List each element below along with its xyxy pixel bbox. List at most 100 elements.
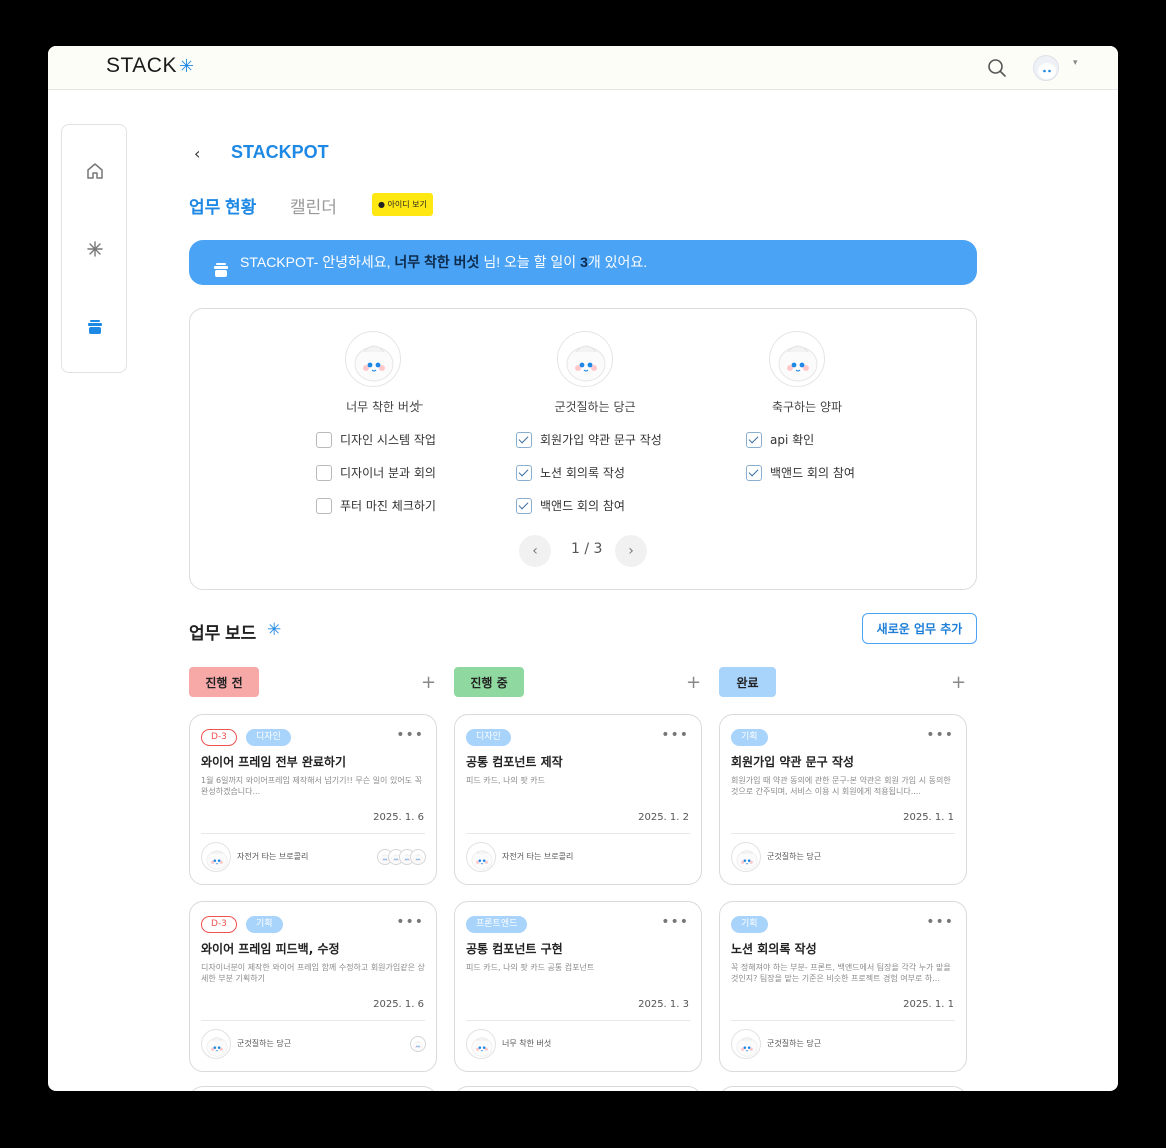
todo-checkbox[interactable] [316, 431, 332, 448]
card-title: 와이어 프레임 전부 완료하기 [201, 755, 347, 769]
member-name: 축구하는 양파 [771, 400, 843, 414]
card-divider [731, 1020, 955, 1021]
todo-checkbox[interactable] [746, 431, 762, 448]
todo-checkbox[interactable] [516, 497, 532, 514]
member-avatar [345, 331, 401, 387]
next-page-button[interactable]: › [615, 535, 647, 567]
logo-text: STACK [106, 54, 177, 77]
todo-item[interactable]: api 확인 [746, 431, 814, 449]
profile-avatar[interactable] [1033, 55, 1059, 81]
profile-dropdown-icon[interactable]: ▾ [1073, 58, 1078, 68]
add-todo-icon[interactable]: + [411, 395, 424, 414]
greeting-count: 3 [580, 254, 588, 270]
greeting-suffix: 개 있어요. [587, 254, 648, 270]
more-icon[interactable]: ••• [396, 727, 424, 743]
card-divider [201, 833, 425, 834]
status-label: 진행 중 [454, 667, 524, 697]
card-divider [201, 1020, 425, 1021]
add-task-button[interactable]: 새로운 업무 추가 [862, 613, 977, 644]
more-icon[interactable]: ••• [661, 727, 689, 743]
back-button[interactable]: ‹ [194, 144, 208, 163]
chat-bubble-icon: ● [378, 200, 385, 209]
assignee-name: 군것질하는 당근 [767, 1039, 822, 1048]
todo-item[interactable]: 푸터 마진 체크하기 [316, 497, 436, 515]
app-window: STACK ✳ ▾ ‹ STACKPOT 업무 현황 캘린더 ● 아이디 보기 S [48, 46, 1118, 1091]
todo-item[interactable]: 백앤드 회의 참여 [746, 464, 855, 482]
todo-panel: 너무 착한 버섯 + 디자인 시스템 작업 디자이너 분과 회의 푸터 마진 체크하기 군… [189, 308, 977, 590]
logo[interactable]: STACK ✳ [106, 54, 195, 78]
tab-task-status[interactable]: 업무 현황 [189, 193, 256, 218]
todo-item[interactable]: 디자인 시스템 작업 [316, 431, 436, 449]
todo-label: 디자인 시스템 작업 [340, 433, 436, 447]
card-date: 2025. 1. 6 [373, 812, 424, 823]
todo-label: 푸터 마진 체크하기 [340, 499, 436, 513]
search-icon[interactable] [986, 57, 1008, 79]
card-date: 2025. 1. 3 [638, 999, 689, 1010]
prev-page-button[interactable]: ‹ [519, 535, 551, 567]
category-tag: 디자인 [466, 729, 511, 746]
card-description: 피드 카드, 나의 팟 카드 공통 컴포넌트 [466, 963, 595, 972]
card-partial[interactable] [454, 1086, 702, 1091]
card-date: 2025. 1. 1 [903, 999, 954, 1010]
tab-calendar[interactable]: 캘린더 [290, 193, 337, 218]
card-partial[interactable] [189, 1086, 437, 1091]
assignee-avatar [731, 1029, 761, 1059]
asterisk-icon[interactable] [84, 238, 106, 260]
assignee-name: 너무 착한 버섯 [502, 1039, 552, 1048]
card-title: 와이어 프레임 피드백, 수정 [201, 942, 340, 956]
category-tag: 기획 [731, 729, 768, 746]
todo-item[interactable]: 노션 회의록 작성 [516, 464, 625, 482]
category-tag: 기획 [731, 916, 768, 933]
card-title: 회원가입 약관 문구 작성 [731, 755, 854, 769]
todo-item[interactable]: 회원가입 약관 문구 작성 [516, 431, 662, 449]
greeting-banner: STACKPOT- 안녕하세요, 너무 착한 버섯 님! 오늘 할 일이 3개 … [189, 240, 977, 285]
task-card[interactable]: 기획 ••• 회원가입 약관 문구 작성 회원가입 때 약관 동의에 관한 문구-본 … [719, 714, 967, 885]
task-card[interactable]: 프론트엔드 ••• 공통 컴포넌트 구현 피드 카드, 나의 팟 카드 공통 컴포넌트… [454, 901, 702, 1072]
home-icon[interactable] [84, 160, 106, 182]
greeting-text: STACKPOT- 안녕하세요, 너무 착한 버섯 님! 오늘 할 일이 3개 … [240, 240, 647, 285]
card-divider [466, 833, 690, 834]
category-tag: 기획 [246, 916, 283, 933]
todo-item[interactable]: 디자이너 분과 회의 [316, 464, 436, 482]
more-icon[interactable]: ••• [926, 727, 954, 743]
view-id-button[interactable]: ● 아이디 보기 [372, 193, 433, 216]
view-id-label: 아이디 보기 [387, 200, 427, 209]
todo-checkbox[interactable] [316, 497, 332, 514]
greeting-middle: 님! 오늘 할 일이 [479, 254, 581, 270]
card-divider [466, 1020, 690, 1021]
task-card[interactable]: 기획 ••• 노션 회의록 작성 꼭 정해져야 하는 부분- 프론트, 백앤드에서 팀… [719, 901, 967, 1072]
card-description: 1월 6일까지 와이어프레임 제작해서 넘기기!! 무슨 일이 있어도 꼭 완성… [201, 776, 422, 796]
add-card-icon[interactable]: + [686, 672, 701, 693]
todo-label: api 확인 [770, 433, 815, 447]
dday-badge: D-3 [201, 916, 237, 933]
todo-checkbox[interactable] [516, 431, 532, 448]
card-description: 피드 카드, 나의 팟 카드 [466, 776, 545, 785]
more-icon[interactable]: ••• [396, 914, 424, 930]
assignee-avatar [466, 842, 496, 872]
task-card[interactable]: 디자인 ••• 공통 컴포넌트 제작 피드 카드, 나의 팟 카드 2025. 1. 2… [454, 714, 702, 885]
add-card-icon[interactable]: + [421, 672, 436, 693]
todo-checkbox[interactable] [746, 464, 762, 481]
more-icon[interactable]: ••• [926, 914, 954, 930]
assignee-name: 자전거 타는 브로콜리 [237, 852, 309, 861]
assignee-name: 군것질하는 당근 [767, 852, 822, 861]
card-description: 디자이너분이 제작한 와이어 프레임 함께 수정하고 회원가입같은 상세한 부분… [201, 963, 425, 983]
card-partial[interactable] [719, 1086, 967, 1091]
task-card[interactable]: D-3 기획 ••• 와이어 프레임 피드백, 수정디자이너분이 제작한 와이어 프레… [189, 901, 437, 1072]
more-icon[interactable]: ••• [661, 914, 689, 930]
todo-item[interactable]: 백앤드 회의 참여 [516, 497, 625, 515]
card-date: 2025. 1. 1 [903, 812, 954, 823]
top-bar: STACK ✳ ▾ [48, 46, 1118, 90]
page-indicator: 1 / 3 [571, 541, 603, 557]
asterisk-icon: ✳ [267, 620, 282, 640]
card-date: 2025. 1. 2 [638, 812, 689, 823]
member-avatar [557, 331, 613, 387]
card-divider [731, 833, 955, 834]
add-card-icon[interactable]: + [951, 672, 966, 693]
task-card[interactable]: D-3 디자인 ••• 와이어 프레임 전부 완료하기 1월 6일까지 와이어프레임 제… [189, 714, 437, 885]
todo-checkbox[interactable] [316, 464, 332, 481]
card-title: 노션 회의록 작성 [731, 942, 817, 956]
pot-icon[interactable] [84, 316, 106, 338]
todo-checkbox[interactable] [516, 464, 532, 481]
card-date: 2025. 1. 6 [373, 999, 424, 1010]
